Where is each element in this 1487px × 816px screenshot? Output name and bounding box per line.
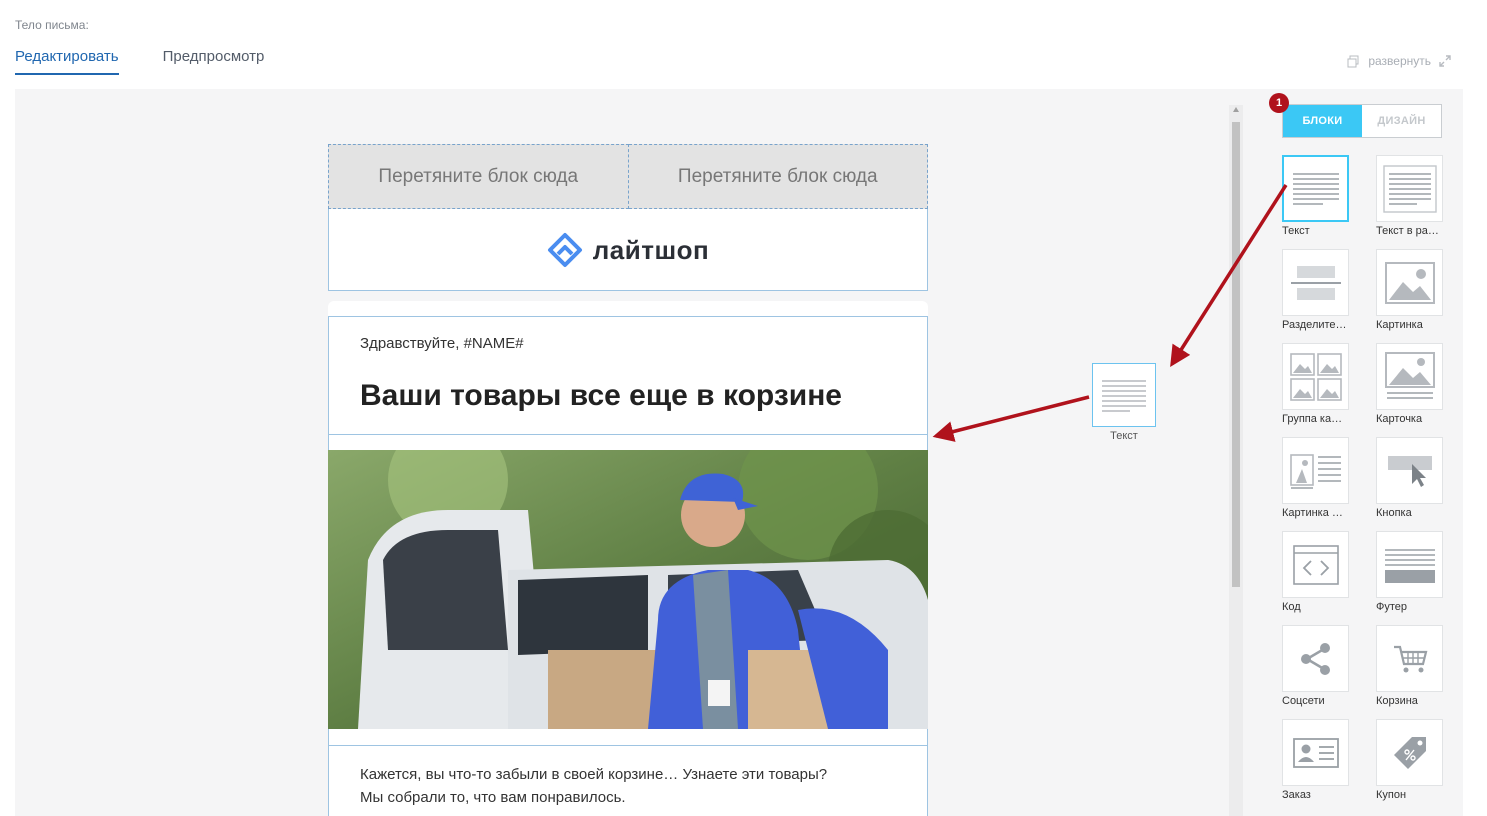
block-text[interactable]: Текст [1282, 155, 1362, 237]
expand-button[interactable]: развернуть [1347, 54, 1451, 68]
block-label: Текст в ра… [1376, 225, 1439, 237]
scrollbar-thumb[interactable] [1232, 122, 1240, 587]
paragraph-line-1: Кажется, вы что-то забыли в своей корзин… [360, 766, 828, 783]
block-tile [1282, 343, 1349, 410]
block-tile [1282, 249, 1349, 316]
divider-icon [1290, 265, 1341, 300]
block-divider[interactable]: Разделите… [1282, 249, 1362, 331]
tab-preview[interactable]: Предпросмотр [163, 48, 265, 75]
logo-text: лайтшоп [592, 234, 710, 265]
block-order[interactable]: Заказ [1282, 719, 1362, 801]
editor-canvas: Перетяните блок сюда Перетяните блок сюд… [15, 89, 1463, 816]
block-tile [1282, 155, 1349, 222]
block-image[interactable]: Картинка [1376, 249, 1456, 331]
tab-edit[interactable]: Редактировать [15, 48, 119, 75]
step-badge: 1 [1269, 93, 1289, 113]
logo-mark-icon [547, 233, 582, 267]
block-cart[interactable]: Корзина [1376, 625, 1456, 707]
block-label: Код [1282, 601, 1301, 613]
copy-icon [1347, 55, 1359, 67]
scroll-up-arrow-icon[interactable] [1233, 107, 1239, 112]
courier-photo [328, 450, 928, 729]
panel-tabs: БЛОКИ ДИЗАЙН [1282, 104, 1442, 138]
cart-icon [1393, 645, 1427, 672]
block-label: Текст [1282, 225, 1310, 237]
body-label: Тело письма: [15, 18, 89, 32]
block-label: Купон [1376, 789, 1407, 801]
block-image-group[interactable]: Группа ка… [1282, 343, 1362, 425]
email-editor: Тело письма: Редактировать Предпросмотр … [0, 0, 1487, 816]
dragged-text-block[interactable] [1092, 363, 1156, 427]
block-tile [1282, 531, 1349, 598]
block-label: Группа ка… [1282, 413, 1343, 425]
headline-text: Ваши товары все еще в корзине [360, 379, 842, 412]
block-tile [1282, 625, 1349, 692]
block-tile [1376, 719, 1443, 786]
block-code[interactable]: Код [1282, 531, 1362, 613]
greeting-text: Здравствуйте, #NAME# [360, 335, 524, 352]
block-tile [1376, 343, 1443, 410]
share-icon [1300, 642, 1330, 675]
block-label: Картинка … [1282, 507, 1343, 519]
block-label: Футер [1376, 601, 1408, 613]
heading-block[interactable]: Здравствуйте, #NAME# Ваши товары все еще… [328, 316, 928, 435]
block-tile [1282, 719, 1349, 786]
header-block[interactable]: Перетяните блок сюда Перетяните блок сюд… [328, 144, 928, 291]
block-social[interactable]: Соцсети [1282, 625, 1362, 707]
block-coupon[interactable]: Купон [1376, 719, 1456, 801]
paragraph-text: Кажется, вы что-то забыли в своей корзин… [360, 763, 900, 809]
text-in-frame-icon [1382, 164, 1437, 213]
block-tile [1376, 249, 1443, 316]
block-tile [1376, 155, 1443, 222]
logo: лайтшоп [329, 209, 927, 291]
paragraph-block[interactable]: Кажется, вы что-то забыли в своей корзин… [328, 746, 928, 816]
block-image-text[interactable]: Картинка … [1282, 437, 1362, 519]
block-text-in-frame[interactable]: Текст в ра… [1376, 155, 1456, 237]
image-text-icon [1289, 453, 1341, 489]
block-label: Корзина [1376, 695, 1418, 707]
button-icon [1387, 455, 1432, 487]
order-icon [1292, 737, 1339, 768]
block-label: Картинка [1376, 319, 1423, 331]
dragged-block-label: Текст [1110, 430, 1138, 442]
editor-tabs: Редактировать Предпросмотр [15, 48, 264, 75]
block-footer[interactable]: Футер [1376, 531, 1456, 613]
footer-icon [1384, 548, 1435, 583]
spacer-block-2[interactable] [328, 729, 928, 746]
text-icon [1292, 172, 1339, 205]
coupon-icon [1393, 736, 1426, 769]
drop-zone-right[interactable]: Перетяните блок сюда [628, 144, 928, 209]
text-icon [1102, 380, 1146, 412]
expand-arrows-icon [1439, 55, 1451, 67]
block-label: Разделите… [1282, 319, 1347, 331]
drop-zone-left[interactable]: Перетяните блок сюда [328, 144, 629, 209]
card-icon [1384, 351, 1435, 399]
image-icon [1384, 261, 1435, 304]
tab-blocks[interactable]: БЛОКИ [1283, 105, 1362, 137]
expand-label: развернуть [1368, 54, 1431, 68]
block-label: Кнопка [1376, 507, 1412, 519]
drop-zone-row: Перетяните блок сюда Перетяните блок сюд… [328, 144, 928, 209]
email-template: Перетяните блок сюда Перетяните блок сюд… [328, 89, 928, 816]
block-card[interactable]: Карточка [1376, 343, 1456, 425]
tab-design[interactable]: ДИЗАЙН [1362, 105, 1441, 137]
canvas-scrollbar[interactable] [1229, 105, 1243, 816]
block-label: Карточка [1376, 413, 1423, 425]
image-group-icon [1289, 352, 1342, 401]
paragraph-line-2: Мы собрали то, что вам понравилось. [360, 789, 626, 806]
block-tile [1376, 531, 1443, 598]
block-label: Соцсети [1282, 695, 1325, 707]
block-label: Заказ [1282, 789, 1311, 801]
block-button[interactable]: Кнопка [1376, 437, 1456, 519]
hero-image[interactable] [328, 450, 928, 729]
block-tile [1376, 625, 1443, 692]
code-icon [1292, 544, 1339, 585]
block-tile [1376, 437, 1443, 504]
spacer-block[interactable] [328, 435, 928, 451]
block-tile [1282, 437, 1349, 504]
